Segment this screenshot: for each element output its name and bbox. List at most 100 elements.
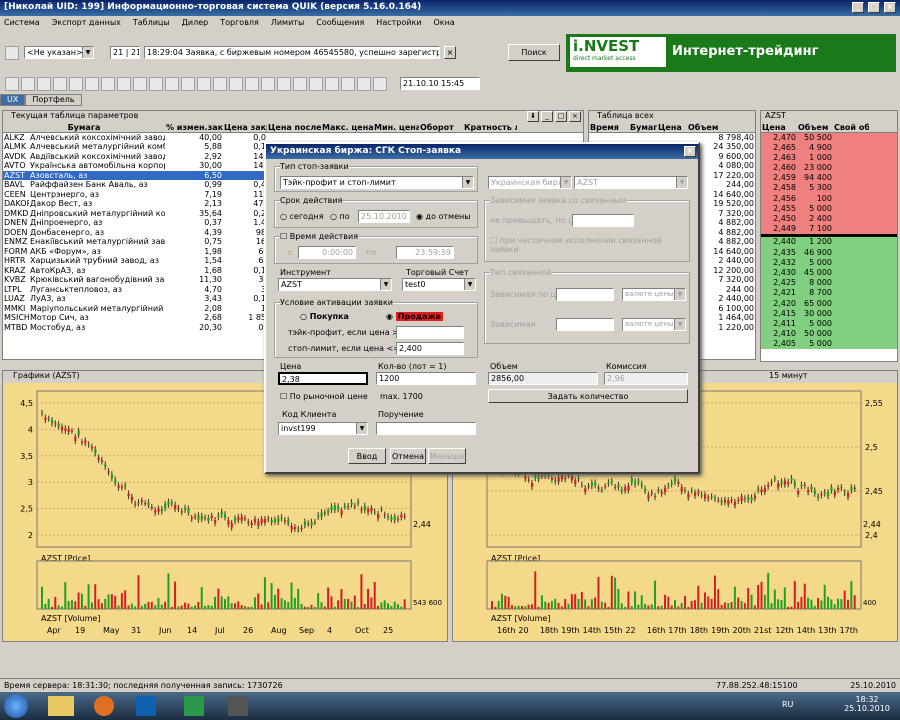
params-col-header[interactable]: % измен.закр bbox=[165, 123, 223, 131]
right-instrument-select[interactable]: AZST ▼ bbox=[574, 176, 688, 189]
instrument-select[interactable]: AZST ▼ bbox=[278, 278, 392, 291]
validity-until-radio[interactable]: ○ по bbox=[330, 212, 350, 221]
toolbar-icon[interactable] bbox=[325, 77, 339, 91]
qty-field[interactable]: 1200 bbox=[376, 372, 476, 385]
less-button[interactable]: Меньше bbox=[428, 448, 466, 464]
menu-item-1[interactable]: Экспорт данных bbox=[52, 18, 121, 28]
toolbar-icon[interactable] bbox=[133, 77, 147, 91]
validity-date-field[interactable]: 25.10.2010 bbox=[358, 210, 410, 223]
price-field[interactable]: 2,38 bbox=[278, 372, 368, 385]
close-icon[interactable]: × bbox=[569, 111, 581, 122]
close-message-button[interactable]: × bbox=[444, 46, 456, 59]
toolbar-icon[interactable] bbox=[85, 77, 99, 91]
trades-col-header[interactable]: Объем bbox=[687, 123, 727, 131]
dialog-close-icon[interactable]: × bbox=[684, 146, 696, 157]
params-col-header[interactable]: Цена послед bbox=[267, 123, 321, 131]
params-col-header[interactable]: Цена закр. bbox=[223, 123, 267, 131]
toolbar-icon[interactable] bbox=[21, 77, 35, 91]
right-currency-select-1[interactable]: валюте цены ▼ bbox=[622, 288, 686, 301]
orderbook-col-header[interactable]: Свой об bbox=[833, 123, 869, 131]
gear-icon[interactable] bbox=[5, 46, 19, 60]
tp-field[interactable] bbox=[396, 326, 464, 339]
params-col-header[interactable]: Мин. цена bbox=[373, 123, 419, 131]
toolbar-icon[interactable] bbox=[309, 77, 323, 91]
enter-button[interactable]: Ввод bbox=[348, 448, 386, 464]
toolbar-icon[interactable] bbox=[245, 77, 259, 91]
validity-today-radio[interactable]: ○ сегодня bbox=[280, 212, 324, 221]
toolbar-icon[interactable] bbox=[149, 77, 163, 91]
bids-row[interactable]: 2,405 5 000 bbox=[761, 339, 897, 350]
firefox-icon[interactable] bbox=[94, 696, 114, 716]
validity-cancel-radio[interactable]: ◉ до отмены bbox=[416, 212, 471, 221]
bids-row[interactable]: 2,430 45 000 bbox=[761, 267, 897, 279]
start-button[interactable] bbox=[4, 694, 28, 718]
explorer-icon[interactable] bbox=[48, 696, 74, 716]
toolbar-icon[interactable] bbox=[53, 77, 67, 91]
bids-row[interactable]: 2,420 65 000 bbox=[761, 298, 897, 309]
table-row[interactable]: 8 798,40 bbox=[589, 133, 755, 143]
toolbar-icon[interactable] bbox=[229, 77, 243, 91]
right-price-field[interactable] bbox=[572, 214, 634, 227]
maximize-icon[interactable]: □ bbox=[555, 111, 567, 122]
toolbar-icon[interactable] bbox=[261, 77, 275, 91]
menu-item-8[interactable]: Окна bbox=[433, 18, 454, 28]
toolbar-icon[interactable] bbox=[165, 77, 179, 91]
toolbar-icon[interactable] bbox=[5, 77, 19, 91]
toolbar-icon[interactable] bbox=[117, 77, 131, 91]
set-qty-button[interactable]: Задать количество bbox=[488, 389, 688, 403]
right-exchange-select[interactable]: Украинская биржа ▼ bbox=[488, 176, 572, 189]
trades-col-header[interactable]: Бумаг bbox=[629, 123, 657, 131]
asks-row[interactable]: 2,456 100 bbox=[761, 193, 897, 204]
quik-icon[interactable] bbox=[184, 696, 204, 716]
menu-item-5[interactable]: Лимиты bbox=[271, 18, 304, 28]
asks-row[interactable]: 2,460 23 000 bbox=[761, 163, 897, 174]
asks-row[interactable]: 2,449 7 100 bbox=[761, 224, 897, 235]
cancel-button[interactable]: Отмена bbox=[390, 448, 426, 464]
stop-type-select[interactable]: Тэйк-профит и стоп-лимит ▼ bbox=[280, 176, 474, 189]
toolbar-icon[interactable] bbox=[101, 77, 115, 91]
clock[interactable]: 18:32 25.10.2010 bbox=[838, 695, 896, 713]
time-from-field[interactable]: 0:00:00 bbox=[298, 246, 356, 259]
bids-row[interactable]: 2,425 8 000 bbox=[761, 278, 897, 289]
time-checkbox[interactable]: ☐ Время действия bbox=[280, 232, 359, 241]
sl-field[interactable]: 2,400 bbox=[396, 342, 464, 355]
params-col-header[interactable]: Оборот bbox=[419, 123, 463, 131]
bids-row[interactable]: 2,411 5 000 bbox=[761, 318, 897, 330]
minimize-icon[interactable]: _ bbox=[541, 111, 553, 122]
params-col-header[interactable]: Макс. цена bbox=[321, 123, 373, 131]
right-dep-price-field[interactable] bbox=[556, 288, 614, 301]
tab-portfolio[interactable]: Портфель bbox=[25, 94, 82, 106]
toolbar-icon[interactable] bbox=[341, 77, 355, 91]
asks-row[interactable]: 2,463 1 000 bbox=[761, 152, 897, 164]
trades-col-header[interactable]: Время bbox=[589, 123, 629, 131]
right-partial-checkbox[interactable]: ☐ при частичном исполнении связанной зая… bbox=[490, 236, 680, 254]
menu-item-2[interactable]: Таблицы bbox=[133, 18, 170, 28]
bids-row[interactable]: 2,415 30 000 bbox=[761, 308, 897, 319]
toolbar-icon[interactable] bbox=[373, 77, 387, 91]
client-select[interactable]: invst199 ▼ bbox=[278, 422, 368, 435]
asks-row[interactable]: 2,455 5 000 bbox=[761, 203, 897, 214]
bids-row[interactable]: 2,432 5 000 bbox=[761, 257, 897, 268]
params-col-header[interactable]: Кратность лот bbox=[463, 123, 517, 131]
search-button[interactable]: Поиск bbox=[508, 44, 560, 61]
pin-icon[interactable]: ⬇ bbox=[527, 111, 539, 122]
asks-row[interactable]: 2,470 50 500 bbox=[761, 132, 897, 143]
asks-row[interactable]: 2,450 2 400 bbox=[761, 214, 897, 225]
bids-row[interactable]: 2,435 46 900 bbox=[761, 247, 897, 258]
bids-row[interactable]: 2,410 50 000 bbox=[761, 329, 897, 340]
bids-row[interactable]: 2,440 1 200 bbox=[761, 237, 897, 248]
close-icon[interactable]: × bbox=[884, 2, 896, 13]
trades-col-header[interactable]: Цена bbox=[657, 123, 687, 131]
toolbar-icon[interactable] bbox=[357, 77, 371, 91]
app-icon[interactable] bbox=[228, 696, 248, 716]
maximize-icon[interactable]: □ bbox=[868, 2, 880, 13]
client-select[interactable]: <Не указан> ▼ bbox=[24, 46, 94, 59]
language-indicator[interactable]: RU bbox=[782, 700, 793, 709]
sell-radio[interactable]: ◉ Продажа bbox=[386, 312, 443, 321]
bids-row[interactable]: 2,421 8 700 bbox=[761, 288, 897, 299]
buy-radio[interactable]: ○ Покупка bbox=[300, 312, 349, 321]
account-select[interactable]: test0 ▼ bbox=[402, 278, 476, 291]
menu-item-0[interactable]: Система bbox=[4, 18, 40, 28]
right-currency-select-2[interactable]: валюте цены ▼ bbox=[622, 318, 686, 331]
toolbar-icon[interactable] bbox=[197, 77, 211, 91]
